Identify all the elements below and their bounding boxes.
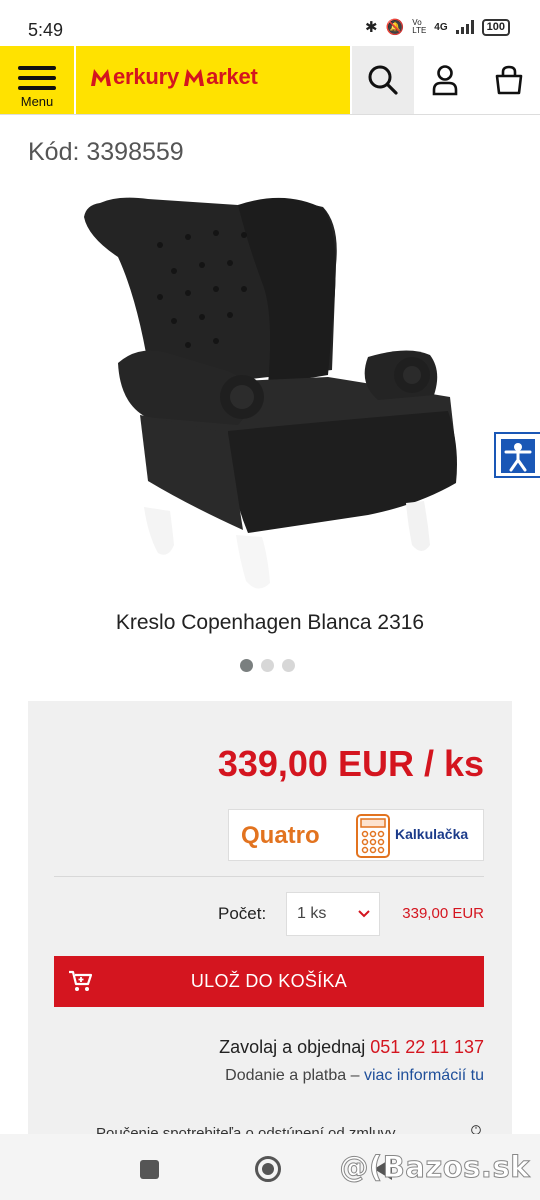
shopping-bag-icon <box>495 65 523 95</box>
volte-icon: Vo LTE <box>412 18 427 35</box>
image-carousel-dots <box>240 659 295 672</box>
product-image[interactable] <box>78 185 470 595</box>
status-icons: ✱ 🔕 Vo LTE 4G 100 <box>365 18 510 36</box>
quatro-calculator-label: Kalkulačka <box>395 826 469 842</box>
add-to-cart-label: ULOŽ DO KOŠÍKA <box>190 971 348 991</box>
quatro-calculator-link[interactable]: Quatro Kalkulačka <box>228 809 484 861</box>
cart-button[interactable] <box>478 46 540 114</box>
delivery-info-link[interactable]: viac informácií tu <box>364 1067 484 1084</box>
status-time: 5:49 <box>28 20 64 40</box>
logo-link[interactable]: erkury arket <box>76 46 350 114</box>
status-bar: 5:49 ✱ 🔕 Vo LTE 4G 100 <box>0 0 540 46</box>
search-icon <box>368 65 398 95</box>
chevron-down-icon <box>358 910 370 918</box>
quantity-value: 1 ks <box>297 905 327 922</box>
bluetooth-icon: ✱ <box>365 19 378 36</box>
call-to-order: Zavolaj a objednaj 051 22 11 137 <box>219 1037 484 1058</box>
accessibility-icon <box>501 439 535 473</box>
recent-apps-button[interactable] <box>140 1160 159 1179</box>
home-button[interactable] <box>255 1156 281 1182</box>
delivery-info: Dodanie a platba – viac informácií tu <box>225 1067 484 1085</box>
quantity-total: 339,00 EUR <box>402 905 484 922</box>
menu-button[interactable]: Menu <box>0 46 74 114</box>
logo-m-icon <box>91 69 111 86</box>
phone-link[interactable]: 051 22 11 137 <box>370 1037 484 1057</box>
quatro-brand: Quatro <box>241 822 320 849</box>
accessibility-button[interactable] <box>494 432 540 478</box>
withdrawal-info-link[interactable]: Poučenie spotrebiteľa o odstúpení od zml… <box>96 1125 396 1134</box>
quantity-select[interactable]: 1 ks <box>286 892 380 936</box>
calculator-icon <box>356 814 390 858</box>
add-to-cart-button[interactable]: ULOŽ DO KOŠÍKA <box>54 956 484 1007</box>
search-button[interactable] <box>352 46 414 114</box>
withdrawal-info-text: Poučenie spotrebiteľa o odstúpení od zml… <box>96 1125 396 1134</box>
delivery-text: Dodanie a platba – <box>225 1067 364 1084</box>
menu-label: Menu <box>20 94 54 109</box>
site-header: Menu erkury arket <box>0 46 540 115</box>
mute-icon: 🔕 <box>385 19 405 36</box>
signal-icon <box>455 20 474 34</box>
hamburger-icon <box>18 66 56 96</box>
bazos-watermark: @(Bazos.sk <box>339 1150 530 1185</box>
user-icon <box>432 65 458 96</box>
merkury-market-logo: erkury arket <box>90 64 258 90</box>
product-price: 339,00 EUR / ks <box>217 743 484 784</box>
battery-icon: 100 <box>481 18 510 36</box>
account-button[interactable] <box>414 46 476 114</box>
logo-m-icon-2 <box>184 69 205 86</box>
network-label: 4G <box>434 21 448 33</box>
divider <box>54 876 484 877</box>
carousel-dot-1[interactable] <box>240 659 253 672</box>
logo-text-merkury: erkury <box>113 64 180 89</box>
quantity-label: Počet: <box>218 904 267 923</box>
carousel-dot-3[interactable] <box>282 659 295 672</box>
purchase-box: 339,00 EUR / ks Quatro Kalkulačka Počet:… <box>28 701 512 1141</box>
product-title: Kreslo Copenhagen Blanca 2316 <box>115 611 425 634</box>
system-nav-bar: @(Bazos.sk <box>0 1134 540 1200</box>
logo-text-market: arket <box>206 64 258 89</box>
product-code: Kód: 3398559 <box>28 138 184 166</box>
carousel-dot-2[interactable] <box>261 659 274 672</box>
call-text: Zavolaj a objednaj <box>219 1037 371 1057</box>
